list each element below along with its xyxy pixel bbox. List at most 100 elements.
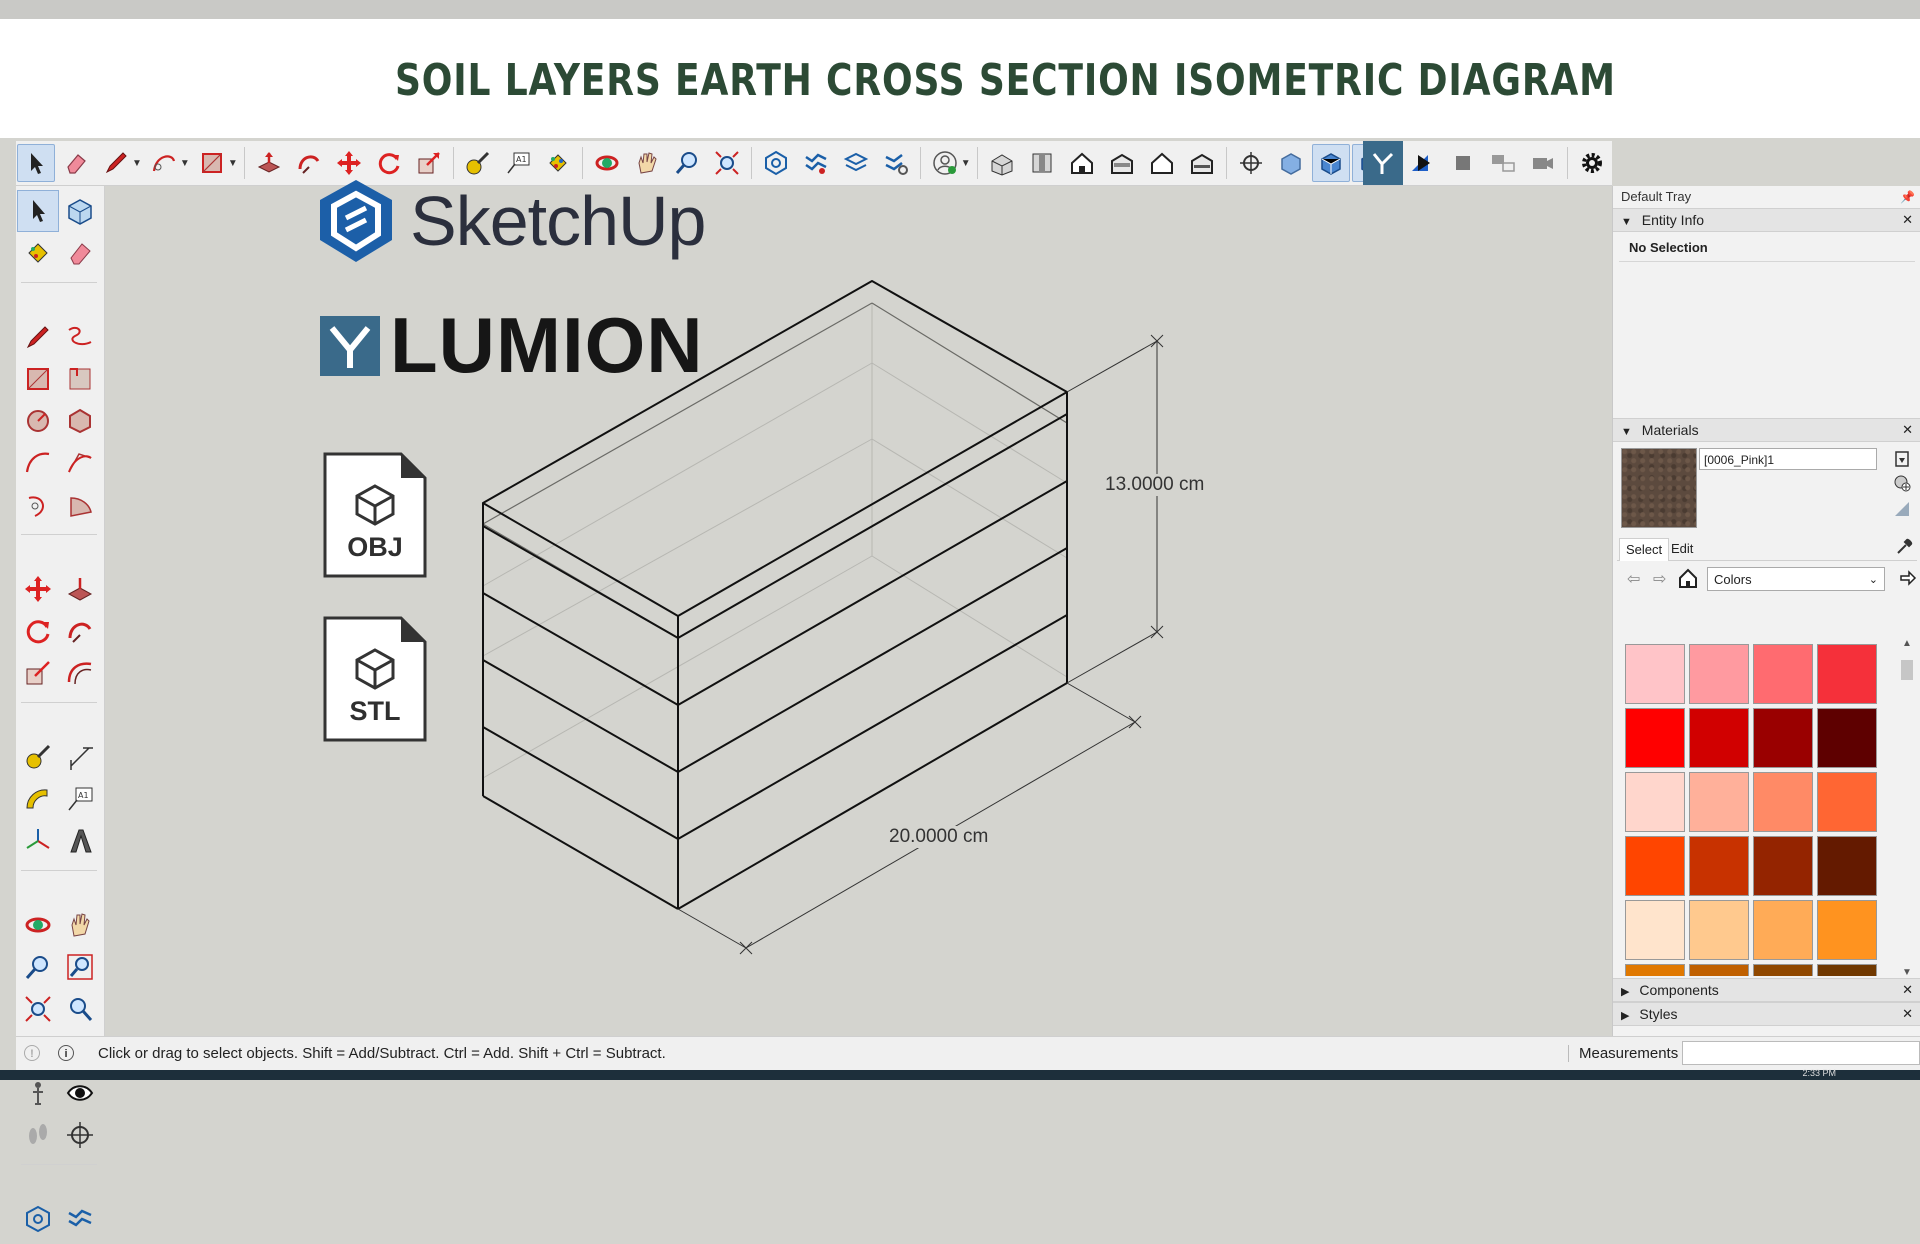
lt-walk-button[interactable] [17, 1114, 59, 1156]
lt-rotated-rectangle-button[interactable] [59, 358, 101, 400]
close-icon[interactable]: ✕ [1902, 419, 1913, 441]
arc-tool-button[interactable] [145, 144, 183, 182]
text-tool-button[interactable]: A1 [499, 144, 537, 182]
pin-icon[interactable]: 📌 [1900, 186, 1915, 208]
material-swatch[interactable] [1689, 964, 1749, 976]
material-swatch[interactable] [1689, 772, 1749, 832]
material-swatch[interactable] [1817, 708, 1877, 768]
material-swatch[interactable] [1753, 644, 1813, 704]
paint-bucket-tool-button[interactable] [539, 144, 577, 182]
lt-zoom-extents-button[interactable] [17, 988, 59, 1030]
lumion-tab[interactable] [1363, 141, 1403, 185]
select-tool-button[interactable] [17, 144, 55, 182]
lt-section-plane-button[interactable] [59, 1114, 101, 1156]
rectangle-tool-button[interactable] [193, 144, 231, 182]
close-icon[interactable]: ✕ [1902, 1003, 1913, 1025]
lt-freehand-button[interactable] [59, 316, 101, 358]
pencil-tool-button[interactable] [97, 144, 135, 182]
material-swatch[interactable] [1625, 708, 1685, 768]
lt-rectangle-button[interactable] [17, 358, 59, 400]
back-view-button[interactable] [1143, 144, 1181, 182]
close-icon[interactable]: ✕ [1902, 209, 1913, 231]
close-icon[interactable]: ✕ [1902, 979, 1913, 1001]
lt-tape-measure-button[interactable] [17, 736, 59, 778]
material-swatch[interactable] [1689, 836, 1749, 896]
lt-follow-me-button[interactable] [59, 610, 101, 652]
material-swatch[interactable] [1689, 900, 1749, 960]
lt-3d-text-button[interactable] [59, 820, 101, 862]
lt-pie-button[interactable] [59, 484, 101, 526]
material-swatch[interactable] [1689, 708, 1749, 768]
display-secondary-icon[interactable] [1893, 450, 1911, 468]
scroll-up-icon[interactable]: ▲ [1899, 638, 1915, 649]
lt-scale-button[interactable] [17, 652, 59, 694]
lt-rotate-button[interactable] [17, 610, 59, 652]
eraser-tool-button[interactable] [57, 144, 95, 182]
push-pull-tool-button[interactable] [250, 144, 288, 182]
lt-arc-button[interactable] [17, 442, 59, 484]
lt-zoom-window-button[interactable] [59, 946, 101, 988]
zoom-tool-button[interactable] [668, 144, 706, 182]
lt-push-pull-button[interactable] [59, 568, 101, 610]
material-swatch[interactable] [1625, 772, 1685, 832]
lt-zoom-button[interactable] [17, 946, 59, 988]
extension-warehouse-button[interactable] [797, 144, 835, 182]
scale-tool-button[interactable] [410, 144, 448, 182]
create-material-icon[interactable] [1893, 474, 1911, 492]
move-tool-button[interactable] [330, 144, 368, 182]
material-swatch[interactable] [1817, 644, 1877, 704]
material-swatch[interactable] [1753, 900, 1813, 960]
material-swatch[interactable] [1753, 708, 1813, 768]
lt-text-button[interactable]: A1 [59, 778, 101, 820]
extension-manager-button[interactable] [877, 144, 915, 182]
iso-view-button[interactable] [983, 144, 1021, 182]
rectangle-dropdown-icon[interactable]: ▼ [228, 158, 238, 169]
material-swatch[interactable] [1817, 772, 1877, 832]
components-header[interactable]: ▶ Components ✕ [1613, 978, 1920, 1002]
zoom-extents-tool-button[interactable] [708, 144, 746, 182]
rotate-tool-button[interactable] [370, 144, 408, 182]
lumion-play-button[interactable] [1404, 144, 1442, 182]
scroll-down-icon[interactable]: ▼ [1899, 967, 1915, 978]
lumion-stop-button[interactable] [1444, 144, 1482, 182]
material-swatch[interactable] [1753, 772, 1813, 832]
lt-orbit-button[interactable] [17, 904, 59, 946]
eyedropper-icon[interactable] [1895, 538, 1913, 556]
material-swatch[interactable] [1817, 964, 1877, 976]
home-icon[interactable] [1677, 567, 1699, 589]
sample-paint-icon[interactable] [1893, 500, 1911, 518]
front-view-button[interactable] [1063, 144, 1101, 182]
materials-header[interactable]: ▼ Materials ✕ [1613, 418, 1920, 442]
material-swatch[interactable] [1625, 644, 1685, 704]
lt-warehouse-button[interactable] [17, 1198, 59, 1240]
material-swatch[interactable] [1689, 644, 1749, 704]
tab-edit[interactable]: Edit [1665, 538, 1699, 560]
material-swatch[interactable] [1753, 836, 1813, 896]
settings-button[interactable] [1573, 144, 1611, 182]
scroll-thumb[interactable] [1901, 660, 1913, 680]
styles-header[interactable]: ▶ Styles ✕ [1613, 1002, 1920, 1026]
material-name-field[interactable]: [0006_Pink]1 [1699, 448, 1877, 470]
profile-dropdown-icon[interactable]: ▼ [961, 158, 971, 169]
forward-arrow-icon[interactable]: ⇨ [1653, 569, 1666, 589]
lt-paint-bucket-button[interactable] [17, 232, 59, 274]
tape-measure-tool-button[interactable] [459, 144, 497, 182]
pencil-dropdown-icon[interactable]: ▼ [132, 158, 142, 169]
info-icon[interactable]: i [58, 1045, 74, 1061]
lt-offset-button[interactable] [59, 652, 101, 694]
lt-move-button[interactable] [17, 568, 59, 610]
follow-me-tool-button[interactable] [290, 144, 328, 182]
entity-info-header[interactable]: ▼ Entity Info ✕ [1613, 208, 1920, 232]
position-camera-button[interactable] [1232, 144, 1270, 182]
lt-eraser-button[interactable] [59, 232, 101, 274]
tab-select[interactable]: Select [1619, 538, 1670, 561]
lt-select-button[interactable] [17, 190, 59, 232]
lt-make-component-button[interactable] [59, 190, 101, 232]
lt-three-point-arc-button[interactable] [17, 484, 59, 526]
orbit-tool-button[interactable] [588, 144, 626, 182]
arc-dropdown-icon[interactable]: ▼ [180, 158, 190, 169]
material-swatch[interactable] [1625, 964, 1685, 976]
lt-axes-button[interactable] [17, 820, 59, 862]
right-view-button[interactable] [1103, 144, 1141, 182]
material-swatch[interactable] [1817, 836, 1877, 896]
